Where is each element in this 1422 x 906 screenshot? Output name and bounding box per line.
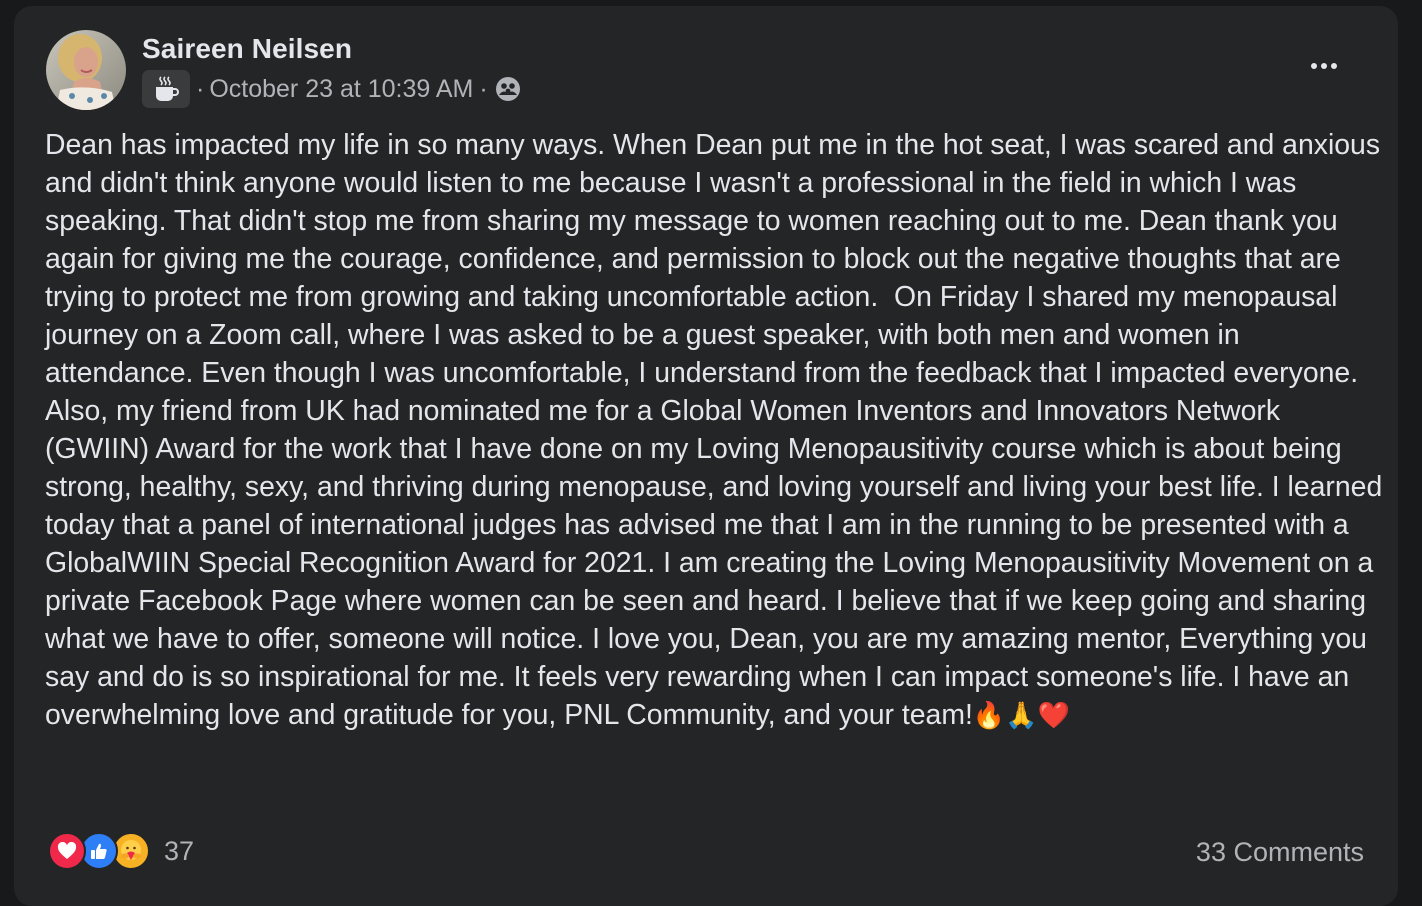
- author-avatar[interactable]: [46, 30, 126, 110]
- post-card: Saireen Neilsen · October 23 at 10:39 AM…: [14, 6, 1398, 906]
- meta-separator: ·: [479, 74, 488, 103]
- more-options-icon[interactable]: [1302, 48, 1346, 84]
- post-meta: · October 23 at 10:39 AM ·: [142, 70, 521, 108]
- post-body: Dean has impacted my life in so many way…: [45, 126, 1385, 734]
- group-members-icon: [495, 76, 521, 102]
- reactions-summary[interactable]: 37: [48, 832, 194, 870]
- coffee-cup-icon[interactable]: [142, 70, 190, 108]
- reaction-count: 37: [164, 835, 195, 866]
- post-timestamp[interactable]: October 23 at 10:39 AM: [209, 75, 473, 104]
- love-reaction-icon: [48, 832, 86, 870]
- comments-count-link[interactable]: 33 Comments: [1196, 837, 1364, 868]
- author-name[interactable]: Saireen Neilsen: [142, 33, 352, 65]
- post-body-text: Dean has impacted my life in so many way…: [45, 129, 1391, 731]
- post-body-emojis: 🔥🙏❤️: [972, 700, 1071, 730]
- meta-separator: ·: [196, 74, 205, 103]
